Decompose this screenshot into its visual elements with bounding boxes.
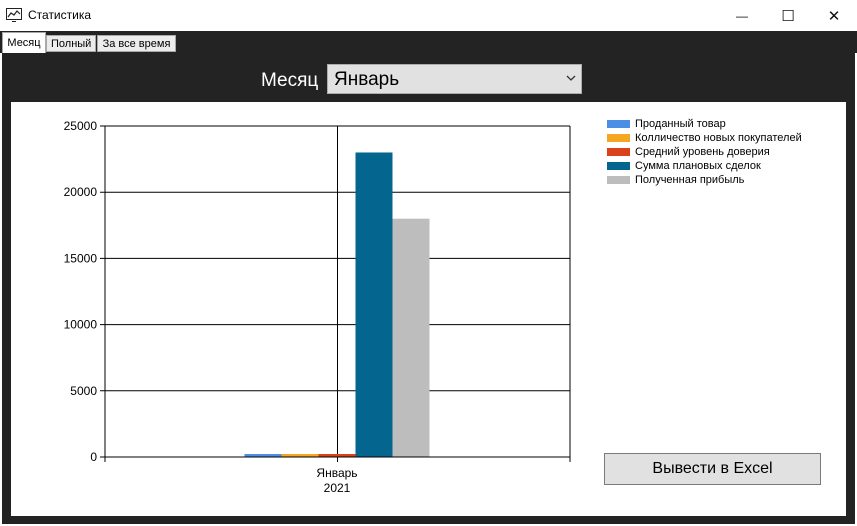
legend-label: Колличество новых покупателей <box>635 132 802 144</box>
legend-label: Сумма плановых сделок <box>635 160 761 172</box>
bar-series-4 <box>355 152 393 458</box>
y-tick-label: 5000 <box>70 384 97 398</box>
legend-label: Полученная прибыль <box>635 174 745 186</box>
y-tick-label: 25000 <box>64 119 98 133</box>
legend-swatch <box>607 134 630 142</box>
y-tick-label: 0 <box>90 450 97 464</box>
legend-swatch <box>607 162 630 170</box>
legend-swatch <box>607 176 630 184</box>
legend-swatch <box>607 120 630 128</box>
y-tick-label: 10000 <box>64 318 98 332</box>
legend-label: Средний уровень доверия <box>635 146 770 158</box>
legend-label: Проданный товар <box>635 118 726 130</box>
legend-swatch <box>607 148 630 156</box>
y-tick-label: 15000 <box>64 251 98 265</box>
y-tick-label: 20000 <box>64 185 98 199</box>
bar-chart: 25000 20000 15000 10000 5000 0 Январь 2021 <box>64 119 571 495</box>
bar-series-5 <box>392 218 430 457</box>
x-tick-label-month: Январь <box>316 466 357 480</box>
x-tick-label-year: 2021 <box>324 481 351 495</box>
export-excel-button[interactable]: Вывести в Excel <box>604 453 821 485</box>
